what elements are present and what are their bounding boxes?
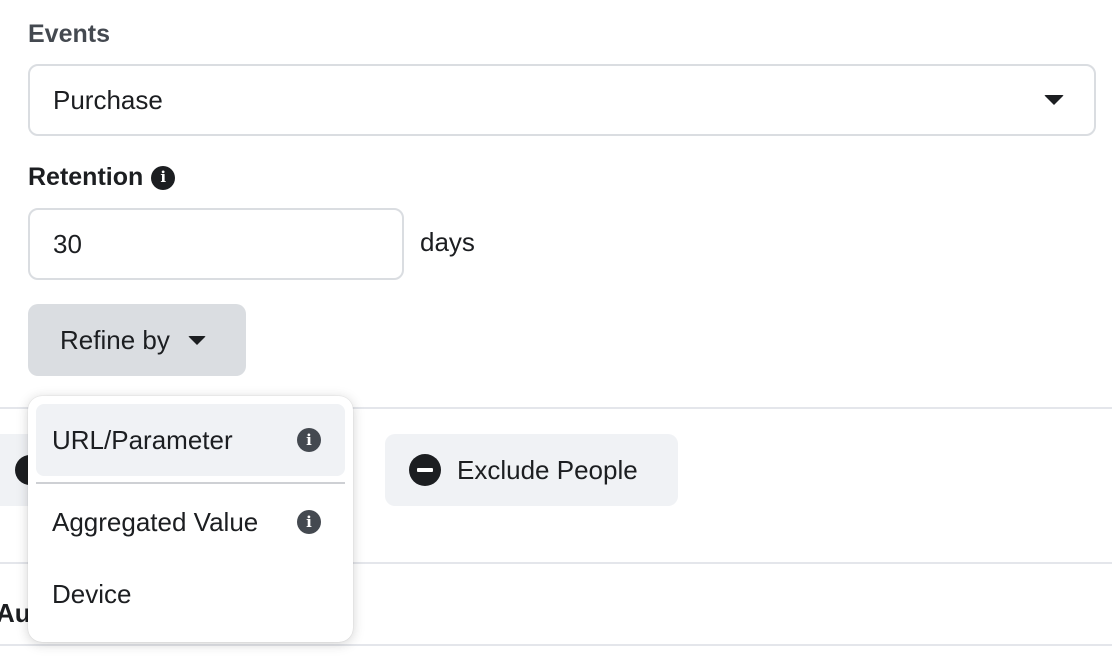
menu-item-device[interactable]: Device [36, 558, 345, 630]
retention-unit: days [420, 227, 475, 257]
menu-item-label: Aggregated Value [52, 506, 259, 537]
exclude-people-label: Exclude People [457, 454, 638, 485]
info-icon[interactable]: i [151, 165, 176, 190]
retention-label-row: Retention i [28, 163, 176, 192]
caret-down-icon [187, 335, 206, 345]
events-select-value: Purchase [53, 84, 163, 115]
retention-label: Retention [28, 163, 144, 191]
menu-item-aggregated-value[interactable]: Aggregated Value i [36, 486, 345, 558]
menu-separator [36, 482, 345, 484]
caret-down-icon [1044, 95, 1064, 105]
menu-item-label: URL/Parameter [52, 424, 233, 455]
audience-name-label: Au [0, 598, 31, 628]
refine-by-menu: URL/Parameter i Aggregated Value i Devic… [28, 396, 353, 642]
audience-rules-panel: Events Purchase Retention i days Refine … [0, 0, 1112, 664]
retention-days-input[interactable] [28, 208, 404, 280]
refine-by-button[interactable]: Refine by [28, 304, 246, 376]
refine-by-label: Refine by [60, 324, 170, 355]
exclude-people-button[interactable]: Exclude People [385, 434, 678, 506]
menu-item-label: Device [52, 578, 132, 609]
events-select[interactable]: Purchase [28, 64, 1096, 136]
section-divider [0, 644, 1112, 646]
minus-circle-icon [409, 454, 441, 486]
menu-item-url-parameter[interactable]: URL/Parameter i [36, 404, 345, 476]
info-icon[interactable]: i [297, 428, 321, 452]
info-icon[interactable]: i [297, 510, 321, 534]
events-label: Events [28, 20, 110, 48]
